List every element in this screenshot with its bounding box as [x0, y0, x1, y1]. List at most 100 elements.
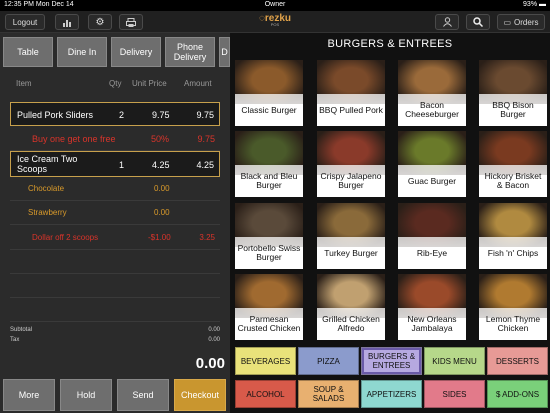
menu-item-name: Lemon Thyme Chicken — [479, 308, 547, 340]
order-modifier[interactable]: Dollar off 2 scoops -$1.00 3.25 — [10, 226, 220, 250]
category-button[interactable]: ALCOHOL — [235, 380, 296, 408]
status-battery: 93% ▬ — [523, 1, 546, 8]
menu-item-tile[interactable]: New Orleans Jambalaya — [398, 274, 466, 340]
chart-icon — [63, 19, 71, 27]
menu-item-name: Rib-Eye — [398, 237, 466, 269]
menu-item-name: BBQ Bison Burger — [479, 94, 547, 126]
print-button[interactable] — [119, 14, 143, 30]
category-button[interactable]: PIZZA — [298, 347, 359, 375]
status-bar: 12:35 PM Mon Dec 14 Owner 93% ▬ — [0, 0, 550, 11]
option-price: 0.00 — [154, 184, 170, 193]
brand-logo: ◌rezku POS — [258, 13, 292, 27]
subtotal-row: Subtotal 0.00 — [10, 327, 220, 337]
menu-item-tile[interactable]: Grilled Chicken Alfredo — [317, 274, 385, 340]
col-amount: Amount — [184, 79, 212, 88]
menu-item-name: BBQ Pulled Pork — [317, 94, 385, 126]
modifier-value: -$1.00 — [148, 233, 171, 242]
order-option[interactable]: Chocolate 0.00 — [10, 177, 220, 201]
hold-button[interactable]: Hold — [60, 379, 112, 411]
menu-item-tile[interactable]: Bacon Cheeseburger — [398, 60, 466, 126]
order-empty-row — [10, 250, 220, 274]
modifier-value: 50% — [151, 134, 170, 144]
modifier-name: Dollar off 2 scoops — [32, 233, 99, 242]
menu-item-tile[interactable]: Rib-Eye — [398, 203, 466, 269]
menu-item-name: Classic Burger — [235, 94, 303, 126]
line-qty: 2 — [119, 110, 125, 120]
menu-item-tile[interactable]: Classic Burger — [235, 60, 303, 126]
menu-item-tile[interactable]: Crispy Jalapeno Burger — [317, 131, 385, 197]
menu-item-name: Fish 'n' Chips — [479, 237, 547, 269]
category-button[interactable]: DESSERTS — [487, 347, 548, 375]
order-type-phone-delivery[interactable]: Phone Delivery — [165, 37, 215, 67]
menu-item-name: Grilled Chicken Alfredo — [317, 308, 385, 340]
order-line[interactable]: Pulled Pork Sliders 2 9.75 9.75 — [10, 102, 220, 126]
reports-button[interactable] — [55, 14, 79, 30]
order-type-more[interactable]: D — [219, 37, 230, 67]
menu-item-name: Turkey Burger — [317, 237, 385, 269]
menu-item-tile[interactable]: Portobello Swiss Burger — [235, 203, 303, 269]
menu-item-tile[interactable]: Fish 'n' Chips — [479, 203, 547, 269]
order-type-delivery[interactable]: Delivery — [111, 37, 161, 67]
menu-item-tile[interactable]: Hickory Brisket & Bacon — [479, 131, 547, 197]
order-modifier[interactable]: Buy one get one free 50% 9.75 — [10, 127, 220, 151]
settings-button[interactable]: ⚙ — [88, 14, 112, 30]
menu-item-tile[interactable]: BBQ Bison Burger — [479, 60, 547, 126]
category-button[interactable]: KIDS MENU — [424, 347, 485, 375]
option-name: Strawberry — [28, 208, 67, 217]
col-item: Item — [16, 79, 32, 88]
menu-item-name: Hickory Brisket & Bacon — [479, 165, 547, 197]
checkout-button[interactable]: Checkout — [174, 379, 226, 411]
order-panel: Table Dine In Delivery Phone Delivery D … — [0, 33, 230, 413]
category-button[interactable]: BURGERS & ENTREES — [361, 347, 422, 375]
menu-item-tile[interactable]: Black and Bleu Burger — [235, 131, 303, 197]
option-name: Chocolate — [28, 184, 65, 193]
modifier-amount: 9.75 — [197, 134, 215, 144]
gear-icon: ⚙ — [95, 16, 105, 28]
menu-item-tile[interactable]: Guac Burger — [398, 131, 466, 197]
line-amount: 4.25 — [196, 160, 214, 170]
menu-item-tile[interactable]: Turkey Burger — [317, 203, 385, 269]
category-button[interactable]: APPETIZERS — [361, 380, 422, 408]
tax-value: 0.00 — [208, 337, 220, 343]
option-price: 0.00 — [154, 208, 170, 217]
category-button[interactable]: BEVERAGES — [235, 347, 296, 375]
category-button[interactable]: SOUP & SALADS — [298, 380, 359, 408]
category-title: BURGERS & ENTREES — [327, 38, 453, 50]
order-type-table[interactable]: Table — [3, 37, 53, 67]
more-button[interactable]: More — [3, 379, 55, 411]
user-icon — [442, 17, 452, 27]
user-button[interactable] — [435, 14, 459, 30]
menu-item-name: New Orleans Jambalaya — [398, 308, 466, 340]
orders-button[interactable]: ▭ Orders — [497, 14, 545, 30]
menu-item-tile[interactable]: BBQ Pulled Pork — [317, 60, 385, 126]
subtotal-value: 0.00 — [208, 327, 220, 333]
order-empty-row — [10, 298, 220, 322]
search-button[interactable] — [466, 14, 490, 30]
menu-panel: BURGERS & ENTREES Classic Burger BBQ Pull… — [230, 33, 550, 413]
printer-icon — [126, 17, 136, 27]
top-toolbar: Logout ⚙ ◌rezku POS ▭ Orders — [0, 11, 550, 33]
line-amount: 9.75 — [196, 110, 214, 120]
line-name: Pulled Pork Sliders — [17, 110, 94, 120]
subtotal-label: Subtotal — [10, 327, 33, 333]
category-button[interactable]: $ ADD-ONS — [487, 380, 548, 408]
order-table-header: Item Qty Unit Price Amount — [0, 79, 230, 95]
category-button[interactable]: SIDES — [424, 380, 485, 408]
order-option[interactable]: Strawberry 0.00 — [10, 201, 220, 225]
modifier-amount: 3.25 — [199, 233, 215, 242]
menu-item-name: Crispy Jalapeno Burger — [317, 165, 385, 197]
tax-row: Tax 0.00 — [10, 337, 220, 347]
menu-item-name: Bacon Cheeseburger — [398, 94, 466, 126]
order-line[interactable]: Ice Cream Two Scoops 1 4.25 4.25 — [10, 151, 220, 177]
menu-item-tile[interactable]: Lemon Thyme Chicken — [479, 274, 547, 340]
modifier-name: Buy one get one free — [32, 134, 116, 144]
line-unit-price: 9.75 — [152, 110, 170, 120]
send-button[interactable]: Send — [117, 379, 169, 411]
grand-total: 0.00 — [195, 355, 225, 372]
menu-item-name: Portobello Swiss Burger — [235, 237, 303, 269]
search-icon — [473, 17, 483, 27]
menu-item-tile[interactable]: Parmesan Crusted Chicken — [235, 274, 303, 340]
order-type-dine-in[interactable]: Dine In — [57, 37, 107, 67]
menu-item-name: Black and Bleu Burger — [235, 165, 303, 197]
logout-button[interactable]: Logout — [5, 14, 45, 30]
